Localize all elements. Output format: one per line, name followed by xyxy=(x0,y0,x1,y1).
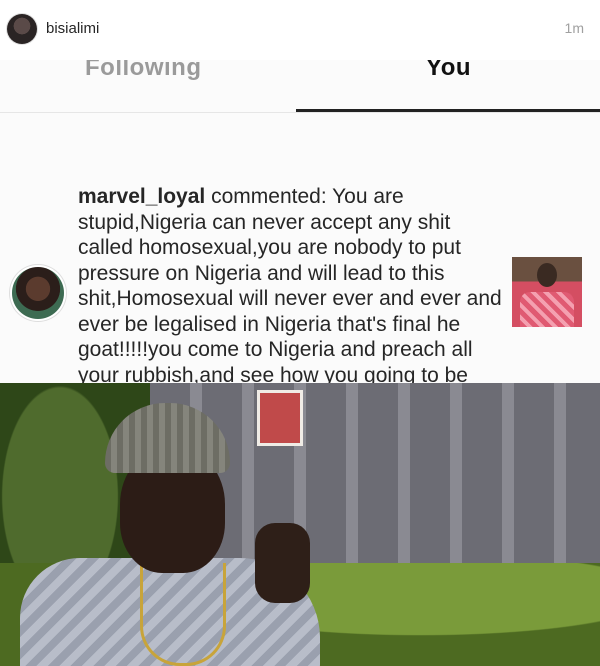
post-header: bisialimi 1m xyxy=(0,0,600,60)
activity-tabs: Following You xyxy=(0,60,600,113)
post-thumbnail[interactable] xyxy=(512,257,582,327)
comment-body: commented: You are stupid,Nigeria can ne… xyxy=(78,185,502,412)
commenter-handle[interactable]: marvel_loyal xyxy=(78,185,205,208)
poster-username[interactable]: bisialimi xyxy=(46,20,99,37)
comment-text: marvel_loyal commented: You are stupid,N… xyxy=(78,184,503,414)
comment-notification[interactable]: marvel_loyal commented: You are stupid,N… xyxy=(0,112,600,412)
photo-person xyxy=(20,403,320,666)
tab-following[interactable]: Following xyxy=(85,60,201,82)
commenter-avatar[interactable] xyxy=(12,267,64,319)
post-timestamp: 1m xyxy=(564,20,584,36)
photo-fist xyxy=(255,523,310,603)
photo-chain xyxy=(140,563,226,666)
post-photo xyxy=(0,383,600,666)
photo-beanie xyxy=(105,403,230,473)
poster-avatar[interactable] xyxy=(7,14,37,44)
embedded-screenshot: Following You marvel_loyal commented: Yo… xyxy=(0,60,600,412)
tab-you[interactable]: You xyxy=(426,60,471,82)
